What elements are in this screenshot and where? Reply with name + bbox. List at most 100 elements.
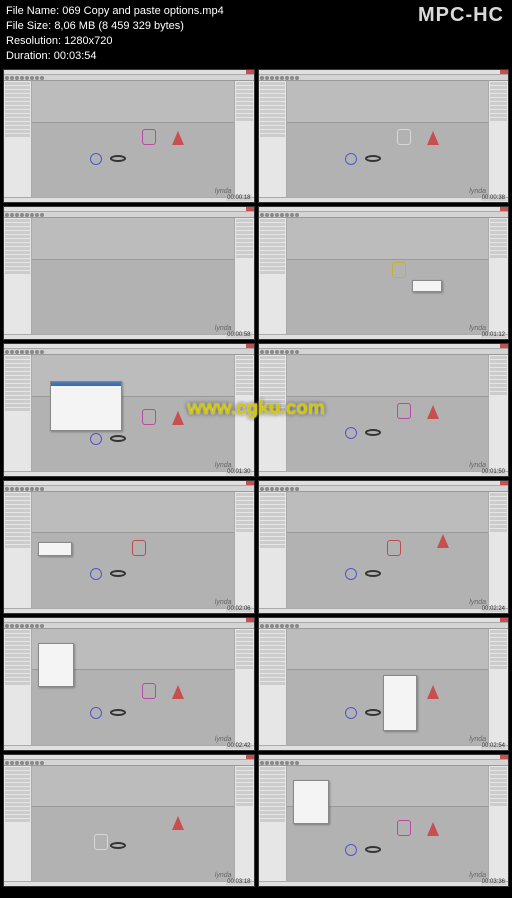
thumb-timecode: 00:03:18 bbox=[226, 879, 251, 885]
torus-shape bbox=[365, 709, 381, 716]
cylinder-shape bbox=[94, 834, 108, 850]
thumbnail-1[interactable]: lynda00:00:38 bbox=[258, 69, 510, 203]
right-panel bbox=[488, 81, 508, 197]
meta-duration: Duration: 00:03:54 bbox=[6, 49, 506, 64]
viewport-3d: lynda bbox=[287, 629, 489, 745]
cylinder-shape bbox=[397, 129, 411, 145]
thumb-timecode: 00:02:24 bbox=[481, 606, 506, 612]
cylinder-shape bbox=[392, 262, 406, 278]
close-icon bbox=[500, 618, 508, 622]
app-statusbar bbox=[259, 745, 509, 750]
thumb-timecode: 00:02:54 bbox=[481, 743, 506, 749]
torus-shape bbox=[365, 570, 381, 577]
thumbnail-10[interactable]: lynda00:03:18 bbox=[3, 754, 255, 888]
thumb-watermark: lynda bbox=[469, 462, 486, 469]
sphere-shape bbox=[90, 568, 102, 580]
thumbnail-5[interactable]: lynda00:01:50 bbox=[258, 343, 510, 477]
thumbnail-6[interactable]: lynda00:02:06 bbox=[3, 480, 255, 614]
app-statusbar bbox=[259, 881, 509, 886]
right-panel bbox=[234, 629, 254, 745]
cone-shape bbox=[172, 411, 184, 425]
thumbnail-3[interactable]: lynda00:01:12 bbox=[258, 206, 510, 340]
right-panel bbox=[234, 492, 254, 608]
sphere-shape bbox=[90, 707, 102, 719]
meta-resolution: Resolution: 1280x720 bbox=[6, 34, 506, 49]
cylinder-shape bbox=[132, 540, 146, 556]
left-panel bbox=[259, 492, 287, 608]
app-statusbar bbox=[259, 471, 509, 476]
thumbnail-grid: lynda00:00:18lynda00:00:38lynda00:00:58l… bbox=[0, 67, 512, 890]
player-header: MPC-HC File Name: 069 Copy and paste opt… bbox=[0, 0, 512, 67]
thumb-watermark: lynda bbox=[215, 188, 232, 195]
app-statusbar bbox=[259, 197, 509, 202]
cylinder-shape bbox=[142, 409, 156, 425]
close-icon bbox=[500, 344, 508, 348]
viewport-3d: lynda bbox=[287, 218, 489, 334]
thumb-watermark: lynda bbox=[469, 736, 486, 743]
cylinder-shape bbox=[142, 129, 156, 145]
sphere-shape bbox=[90, 433, 102, 445]
cylinder-shape bbox=[397, 820, 411, 836]
thumb-watermark: lynda bbox=[469, 599, 486, 606]
app-statusbar bbox=[4, 608, 254, 613]
thumb-watermark: lynda bbox=[215, 872, 232, 879]
right-panel bbox=[488, 492, 508, 608]
left-panel bbox=[4, 355, 32, 471]
thumbnail-4[interactable]: lynda00:01:30 bbox=[3, 343, 255, 477]
left-panel bbox=[4, 629, 32, 745]
thumbnail-2[interactable]: lynda00:00:58 bbox=[3, 206, 255, 340]
thumb-watermark: lynda bbox=[469, 188, 486, 195]
cone-shape bbox=[427, 131, 439, 145]
cylinder-shape bbox=[397, 403, 411, 419]
thumbnail-7[interactable]: lynda00:02:24 bbox=[258, 480, 510, 614]
thumb-watermark: lynda bbox=[215, 325, 232, 332]
thumbnail-0[interactable]: lynda00:00:18 bbox=[3, 69, 255, 203]
close-icon bbox=[246, 618, 254, 622]
thumb-timecode: 00:01:50 bbox=[481, 469, 506, 475]
viewport-3d: lynda bbox=[287, 492, 489, 608]
close-icon bbox=[246, 481, 254, 485]
viewport-3d: lynda bbox=[287, 81, 489, 197]
right-panel bbox=[488, 766, 508, 882]
right-panel bbox=[234, 81, 254, 197]
close-icon bbox=[246, 344, 254, 348]
torus-shape bbox=[110, 570, 126, 577]
right-panel bbox=[234, 766, 254, 882]
dialog-box bbox=[50, 381, 122, 431]
cone-shape bbox=[172, 131, 184, 145]
right-panel bbox=[234, 218, 254, 334]
close-icon bbox=[500, 481, 508, 485]
left-panel bbox=[4, 766, 32, 882]
thumbnail-11[interactable]: lynda00:03:36 bbox=[258, 754, 510, 888]
right-panel bbox=[488, 218, 508, 334]
cone-shape bbox=[427, 822, 439, 836]
app-statusbar bbox=[4, 334, 254, 339]
close-icon bbox=[500, 70, 508, 74]
thumbnail-8[interactable]: lynda00:02:42 bbox=[3, 617, 255, 751]
thumb-watermark: lynda bbox=[469, 872, 486, 879]
sphere-shape bbox=[345, 707, 357, 719]
sphere-shape bbox=[345, 568, 357, 580]
app-statusbar bbox=[259, 334, 509, 339]
thumb-timecode: 00:02:42 bbox=[226, 743, 251, 749]
viewport-3d: lynda bbox=[32, 355, 234, 471]
left-panel bbox=[4, 218, 32, 334]
viewport-3d: lynda bbox=[32, 629, 234, 745]
torus-shape bbox=[365, 429, 381, 436]
thumb-watermark: lynda bbox=[215, 736, 232, 743]
app-statusbar bbox=[4, 745, 254, 750]
left-panel bbox=[259, 81, 287, 197]
app-statusbar bbox=[4, 471, 254, 476]
close-icon bbox=[500, 755, 508, 759]
cylinder-shape bbox=[142, 683, 156, 699]
close-icon bbox=[246, 207, 254, 211]
thumbnail-9[interactable]: lynda00:02:54 bbox=[258, 617, 510, 751]
left-panel bbox=[4, 492, 32, 608]
left-panel bbox=[259, 629, 287, 745]
right-panel bbox=[488, 629, 508, 745]
app-statusbar bbox=[4, 881, 254, 886]
thumb-watermark: lynda bbox=[215, 462, 232, 469]
viewport-3d: lynda bbox=[32, 81, 234, 197]
app-statusbar bbox=[259, 608, 509, 613]
left-panel bbox=[259, 218, 287, 334]
